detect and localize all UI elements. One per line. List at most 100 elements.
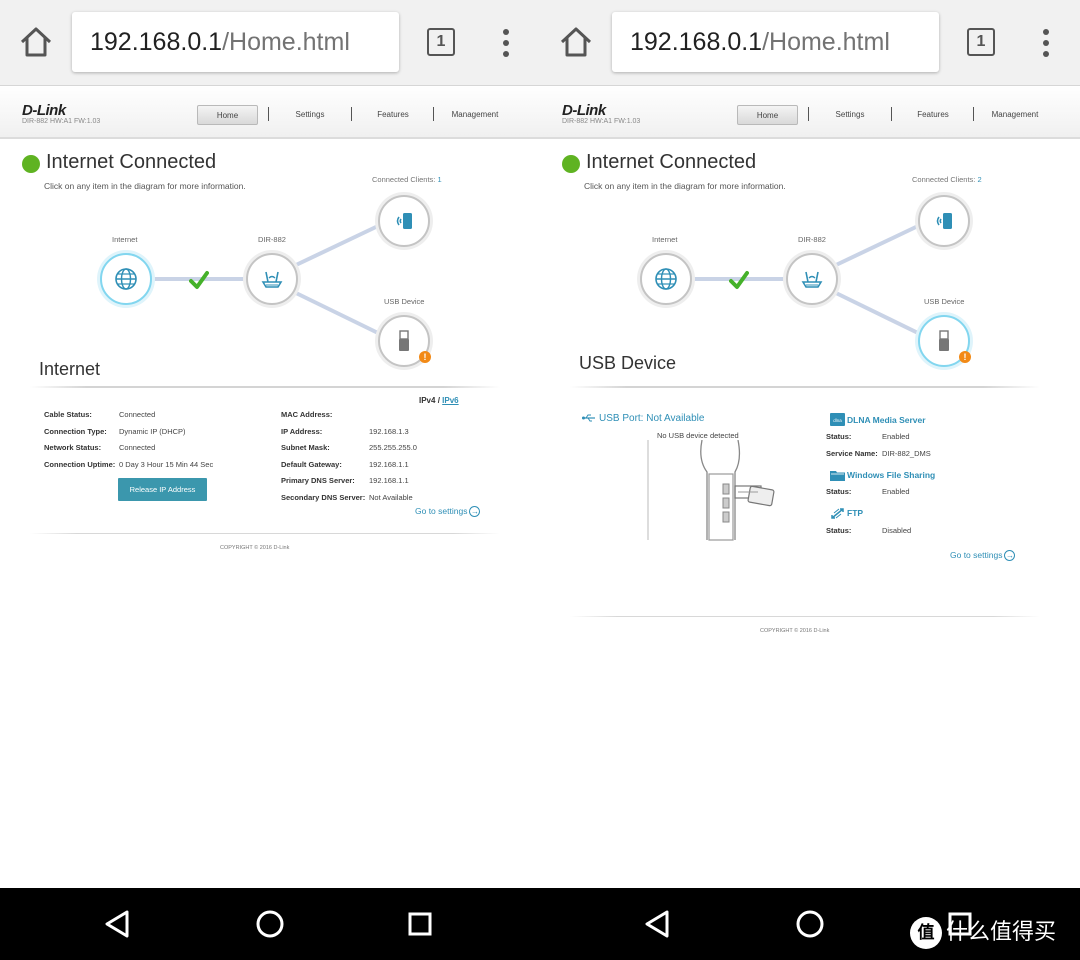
model-info: DIR-882 HW:A1 FW:1.03 <box>562 118 641 125</box>
router-node-label: DIR-882 <box>798 235 826 244</box>
internet-node-label: Internet <box>652 235 678 244</box>
internet-node[interactable] <box>640 253 692 305</box>
wireless-client-icon <box>396 213 412 229</box>
arrow-right-icon: → <box>1004 550 1016 562</box>
watermark-text: 什么值得买 <box>946 919 1057 944</box>
detail-value: Connected <box>119 410 156 419</box>
detail-label: Service Name: <box>826 449 878 458</box>
detail-label: Network Status: <box>44 443 102 452</box>
file-sharing-title: Windows File Sharing <box>847 470 936 480</box>
connection-status-title: Internet Connected <box>586 151 757 173</box>
usb-node-label: USB Device <box>924 297 965 306</box>
tab-switcher-button[interactable]: 1 <box>427 28 455 56</box>
detail-label: Connection Uptime: <box>44 460 116 469</box>
detail-value: Disabled <box>882 526 912 535</box>
go-to-settings-link[interactable]: Go to settings → <box>950 550 1016 562</box>
nav-home[interactable]: Home <box>737 105 798 125</box>
nav-management[interactable]: Management <box>984 105 1046 125</box>
dlink-logo: D-Link <box>22 102 66 119</box>
router-node[interactable] <box>786 253 838 305</box>
clients-count: 1 <box>437 175 442 184</box>
nav-features[interactable]: Features <box>902 105 964 125</box>
ip-version-toggle: IPv4 / IPv6 <box>419 396 459 405</box>
detail-value: 192.168.1.1 <box>369 476 409 485</box>
usb-port-label: USB Port: <box>599 413 644 424</box>
ipv6-link[interactable]: IPv6 <box>442 396 458 405</box>
detail-label: Status: <box>826 526 852 535</box>
detail-label: Default Gateway: <box>281 460 342 469</box>
overflow-menu-icon[interactable] <box>1036 26 1056 60</box>
detail-label: Status: <box>826 432 852 441</box>
go-to-settings-label: Go to settings <box>950 550 1003 560</box>
left-screen: 192.168.0.1/Home.html 1 D-Link DIR-882 H… <box>0 0 540 888</box>
connected-clients[interactable]: Connected Clients: 1 <box>372 175 442 184</box>
globe-icon <box>115 268 137 290</box>
dlink-logo: D-Link <box>562 102 606 119</box>
nav-features[interactable]: Features <box>362 105 424 125</box>
clients-node[interactable] <box>378 195 430 247</box>
usb-symbol-icon <box>582 414 595 422</box>
detail-value: 255.255.255.0 <box>369 443 417 452</box>
home-icon[interactable] <box>18 24 54 60</box>
router-node[interactable] <box>246 253 298 305</box>
clients-label: Connected Clients: <box>372 175 436 184</box>
nav-home[interactable]: Home <box>197 105 258 125</box>
detail-value: Enabled <box>882 432 910 441</box>
router-header: D-Link DIR-882 HW:A1 FW:1.03 Home Settin… <box>540 86 1080 139</box>
connected-clients[interactable]: Connected Clients: 2 <box>912 175 982 184</box>
url-host: 192.168.0.1 <box>90 28 223 56</box>
ftp-title: FTP <box>847 508 864 518</box>
clients-node[interactable] <box>918 195 970 247</box>
usb-drive-icon <box>399 330 409 351</box>
detail-value: DIR-882_DMS <box>882 449 931 458</box>
recents-icon[interactable] <box>402 906 438 942</box>
nav-management[interactable]: Management <box>444 105 506 125</box>
usb-node-label: USB Device <box>384 297 425 306</box>
watermark-badge: 值 <box>910 917 942 950</box>
detail-value: Not Available <box>369 493 413 502</box>
connection-status-title: Internet Connected <box>46 151 217 173</box>
folder-icon <box>830 471 845 481</box>
tab-switcher-button[interactable]: 1 <box>967 28 995 56</box>
detail-label: IP Address: <box>281 427 323 436</box>
address-bar[interactable]: 192.168.0.1/Home.html <box>72 12 399 72</box>
home-nav-icon[interactable] <box>252 906 288 942</box>
nav-settings[interactable]: Settings <box>820 105 880 125</box>
back-icon[interactable] <box>640 906 676 942</box>
clients-count: 2 <box>977 175 982 184</box>
go-to-settings-link[interactable]: Go to settings → <box>415 506 481 518</box>
detail-label: Connection Type: <box>44 427 107 436</box>
usb-plug-illustration <box>647 440 775 541</box>
detail-label: Subnet Mask: <box>281 443 330 452</box>
clients-label: Connected Clients: <box>912 175 976 184</box>
internet-node-label: Internet <box>112 235 138 244</box>
url-path: /Home.html <box>762 28 890 56</box>
overflow-menu-icon[interactable] <box>496 26 516 60</box>
detail-value: Enabled <box>882 487 910 496</box>
detail-value: 192.168.1.3 <box>369 427 409 436</box>
router-header: D-Link DIR-882 HW:A1 FW:1.03 Home Settin… <box>0 86 540 139</box>
watermark: 值什么值得买 <box>910 914 1056 950</box>
connected-check-icon <box>189 271 209 289</box>
copyright: COPYRIGHT © 2016 D-Link <box>220 545 290 551</box>
home-nav-icon[interactable] <box>792 906 828 942</box>
ftp-icon <box>831 508 844 519</box>
detail-value: 0 Day 3 Hour 15 Min 44 Sec <box>119 460 214 469</box>
router-icon <box>261 271 283 288</box>
browser-toolbar: 192.168.0.1/Home.html 1 <box>540 0 1080 86</box>
internet-node[interactable] <box>100 253 152 305</box>
release-ip-button[interactable]: Release IP Address <box>118 478 207 501</box>
copyright: COPYRIGHT © 2016 D-Link <box>760 628 830 634</box>
ipv4-label[interactable]: IPv4 <box>419 396 435 405</box>
no-usb-device-text: No USB device detected <box>657 431 739 440</box>
home-icon[interactable] <box>558 24 594 60</box>
wireless-client-icon <box>936 213 952 229</box>
address-bar[interactable]: 192.168.0.1/Home.html <box>612 12 939 72</box>
detail-label: Primary DNS Server: <box>281 476 355 485</box>
dlna-icon: dlna <box>830 413 845 426</box>
diagram-hint: Click on any item in the diagram for mor… <box>44 181 246 191</box>
nav-settings[interactable]: Settings <box>280 105 340 125</box>
usb-warning-icon: ! <box>419 351 431 363</box>
footer-divider <box>30 533 500 534</box>
back-icon[interactable] <box>100 906 136 942</box>
